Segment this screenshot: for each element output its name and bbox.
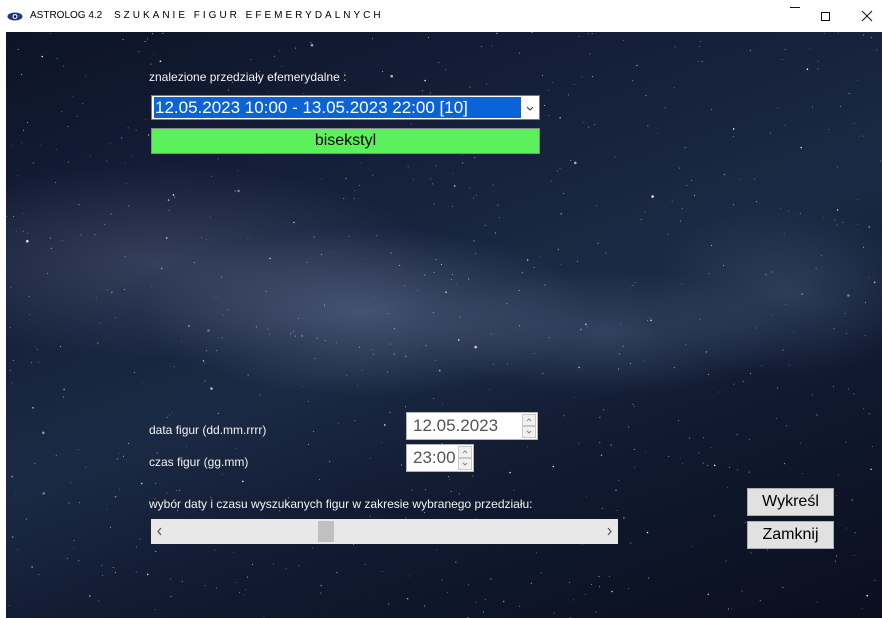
time-spinner-buttons (458, 446, 472, 470)
draw-button[interactable]: Wykreśl (747, 488, 834, 516)
eye-icon (7, 12, 23, 21)
time-value: 23:00 (413, 448, 456, 467)
scrollbar-thumb[interactable] (318, 521, 335, 542)
slider-label: wybór daty i czasu wyszukanych figur w z… (149, 497, 533, 511)
starfield-background: znalezione przedziały efemerydalne : 12.… (6, 32, 882, 618)
minimize-icon[interactable] (790, 7, 800, 8)
window-title: SZUKANIE FIGUR EFEMERYDALNYCH (114, 10, 384, 21)
date-spinner-buttons (522, 414, 536, 438)
spin-down-icon[interactable] (458, 458, 472, 470)
close-icon[interactable] (860, 9, 874, 23)
date-value: 12.05.2023 (413, 416, 499, 435)
chevron-down-icon[interactable] (523, 99, 537, 117)
time-label: czas figur (gg.mm) (149, 455, 249, 469)
app-window: ASTROLOG 4.2 SZUKANIE FIGUR EFEMERYDALNY… (0, 0, 882, 618)
status-badge: bisekstyl (151, 128, 540, 154)
time-spinner[interactable]: 23:00 (406, 444, 474, 472)
app-name: ASTROLOG 4.2 (30, 10, 103, 21)
maximize-icon[interactable] (821, 12, 830, 21)
chevron-right-icon[interactable] (601, 519, 618, 544)
spin-up-icon[interactable] (458, 446, 472, 458)
spin-down-icon[interactable] (522, 426, 536, 438)
chevron-left-icon[interactable] (151, 519, 168, 544)
title-bar[interactable]: ASTROLOG 4.2 SZUKANIE FIGUR EFEMERYDALNY… (0, 0, 882, 32)
close-button[interactable]: Zamknij (747, 521, 834, 549)
interval-select-value: 12.05.2023 10:00 - 13.05.2023 22:00 [10] (154, 97, 521, 118)
intervals-label: znalezione przedziały efemerydalne : (149, 70, 347, 84)
date-time-scrollbar[interactable] (151, 519, 618, 544)
date-label: data figur (dd.mm.rrrr) (149, 423, 267, 437)
interval-select[interactable]: 12.05.2023 10:00 - 13.05.2023 22:00 [10] (151, 95, 540, 120)
spin-up-icon[interactable] (522, 414, 536, 426)
date-spinner[interactable]: 12.05.2023 (406, 412, 538, 440)
